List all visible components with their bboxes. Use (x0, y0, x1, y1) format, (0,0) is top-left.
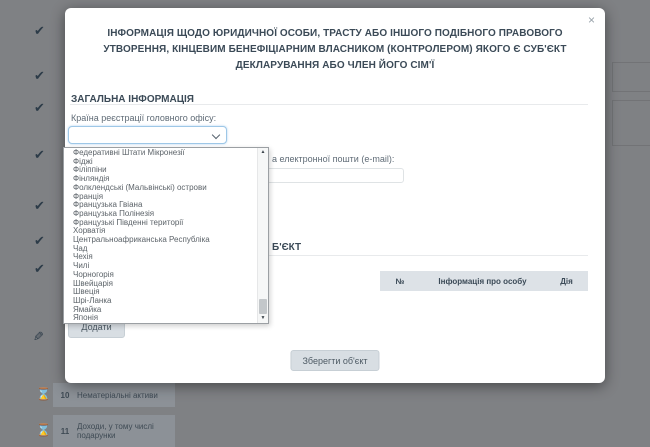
email-field-label: а електронної пошти (e-mail): (272, 154, 394, 164)
hourglass-icon: ⌛ (36, 388, 51, 401)
section-divider (70, 104, 588, 105)
persons-table-header: № Інформація про особу Дія (380, 271, 588, 291)
table-col-action: Дія (545, 277, 588, 286)
country-dropdown-list: Федеративні Штати МікронезіїФіджіФіліппі… (63, 147, 269, 324)
scroll-down-icon[interactable]: ▼ (258, 315, 268, 322)
close-icon[interactable]: × (588, 13, 595, 27)
section-object-title-fragment: Б'ЄКТ (272, 242, 301, 253)
check-icon: ✔ (34, 101, 45, 114)
check-icon: ✔ (34, 199, 45, 212)
table-col-number: № (380, 277, 420, 286)
country-select[interactable] (68, 126, 227, 144)
sidebar-item-label: Нематеріальні активи (77, 391, 175, 400)
country-option[interactable]: Ямайка (73, 306, 257, 315)
sidebar-item-income-gifts: 11 Доходи, у тому числі подарунки (53, 415, 175, 447)
sidebar-item-intangible-assets: 10 Нематеріальні активи (53, 383, 175, 407)
modal-title: ІНФОРМАЦІЯ ЩОДО ЮРИДИЧНОЇ ОСОБИ, ТРАСТУ … (89, 26, 581, 74)
dropdown-scrollbar[interactable]: ▲ ▼ (257, 148, 268, 323)
country-field-label: Країна реєстрації головного офісу: (71, 113, 216, 123)
country-options: Федеративні Штати МікронезіїФіджіФіліппі… (64, 149, 257, 322)
country-option[interactable]: Чад (73, 245, 257, 254)
table-col-person-info: Інформація про особу (420, 277, 545, 286)
country-option[interactable]: Федеративні Штати Мікронезії (73, 149, 257, 158)
check-icon: ✔ (34, 262, 45, 275)
sidebar-item-number: 10 (53, 391, 77, 400)
check-icon: ✔ (34, 69, 45, 82)
country-option[interactable]: Японія (73, 314, 257, 322)
hourglass-icon: ⌛ (36, 424, 51, 437)
background-form-box (612, 62, 650, 92)
sidebar-item-label: Доходи, у тому числі подарунки (77, 422, 175, 440)
check-icon: ✔ (34, 24, 45, 37)
scrollbar-thumb[interactable] (259, 299, 267, 314)
pencil-icon: ✎ (33, 330, 44, 343)
scroll-up-icon[interactable]: ▲ (258, 149, 268, 156)
check-icon: ✔ (34, 148, 45, 161)
legal-entity-modal: × ІНФОРМАЦІЯ ЩОДО ЮРИДИЧНОЇ ОСОБИ, ТРАСТ… (65, 8, 605, 383)
save-object-button[interactable]: Зберегти об'єкт (290, 350, 379, 371)
sidebar-item-number: 11 (53, 427, 77, 436)
chevron-down-icon (212, 131, 220, 139)
background-form-box (612, 100, 650, 146)
country-option[interactable]: Швейцарія (73, 280, 257, 289)
country-option[interactable]: Чехія (73, 253, 257, 262)
country-option[interactable]: Центральноафриканська Республіка (73, 236, 257, 245)
check-icon: ✔ (34, 234, 45, 247)
